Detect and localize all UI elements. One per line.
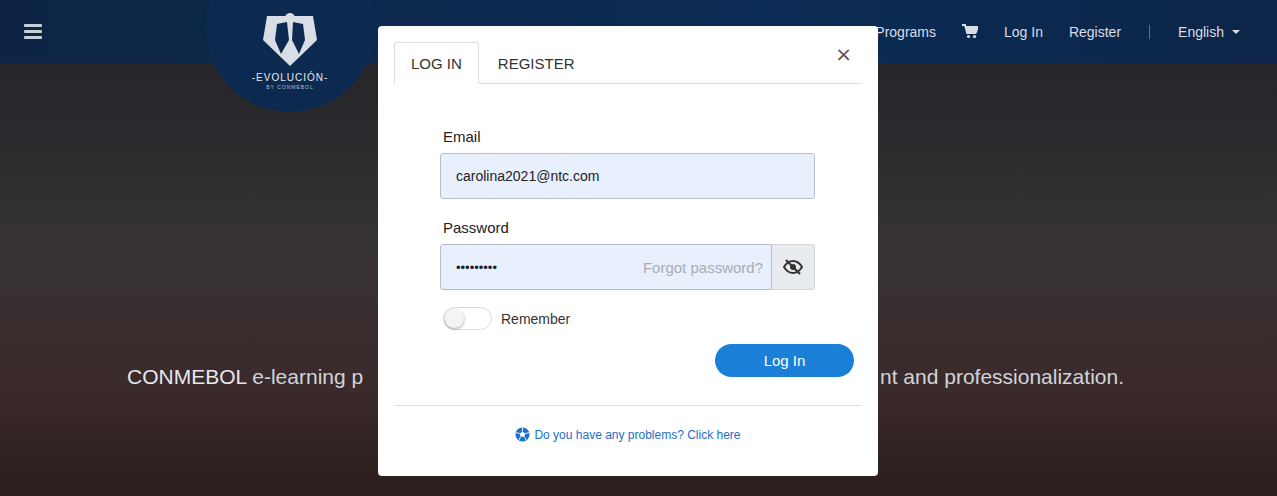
menu-icon[interactable] xyxy=(24,24,42,39)
account-link[interactable]: Register xyxy=(1069,24,1121,40)
ball-icon xyxy=(515,427,530,442)
login-form: Email carolina2021@ntc.com Password •••••••… xyxy=(394,84,862,377)
hero-text: e-learning p xyxy=(246,365,363,388)
tab[interactable]: REGISTER xyxy=(481,42,592,84)
login-button[interactable]: Log In xyxy=(715,344,854,377)
password-row: •••••••••Forgot password? xyxy=(440,244,854,290)
show-password-button[interactable] xyxy=(772,244,815,290)
account-link[interactable]: Log In xyxy=(1004,24,1043,40)
email-label: Email xyxy=(443,128,854,145)
remember-label: Remember xyxy=(501,311,570,327)
separator xyxy=(1149,25,1150,39)
tabs: LOG INREGISTER xyxy=(394,42,862,84)
caret-icon xyxy=(1232,30,1240,34)
help-link[interactable]: Do you have any problems? Click here xyxy=(394,427,862,442)
close-button[interactable]: × xyxy=(831,42,856,66)
eye-slash-icon xyxy=(783,259,803,275)
toggle-switch[interactable] xyxy=(443,307,492,330)
logo-subtitle: BY CONMEBOL xyxy=(266,84,314,90)
remember-toggle[interactable]: Remember xyxy=(443,307,854,330)
email-input[interactable]: carolina2021@ntc.com xyxy=(440,153,815,199)
page: Programs Log In Register English -EVOLUCIÓN-… xyxy=(0,0,1277,496)
emblem-icon xyxy=(259,10,321,70)
password-label: Password xyxy=(443,219,854,236)
divider xyxy=(394,405,862,406)
nav-link[interactable]: Programs xyxy=(875,24,936,40)
forgot-password-link[interactable]: Forgot password? xyxy=(643,259,763,276)
login-modal: ×LOG INREGISTEREmailcarolina2021@ntc.com… xyxy=(378,26,878,476)
tab[interactable]: LOG IN xyxy=(394,42,479,84)
hero-text: nt and professionalization. xyxy=(880,365,1124,389)
password-input[interactable]: •••••••••Forgot password? xyxy=(440,244,772,290)
nav: Programs Log In Register English xyxy=(875,24,1240,40)
hero-brand: CONMEBOL xyxy=(127,365,246,388)
cart-icon[interactable] xyxy=(962,24,978,39)
language-select[interactable]: English xyxy=(1178,24,1240,40)
logo-title: -EVOLUCIÓN- xyxy=(252,72,329,83)
